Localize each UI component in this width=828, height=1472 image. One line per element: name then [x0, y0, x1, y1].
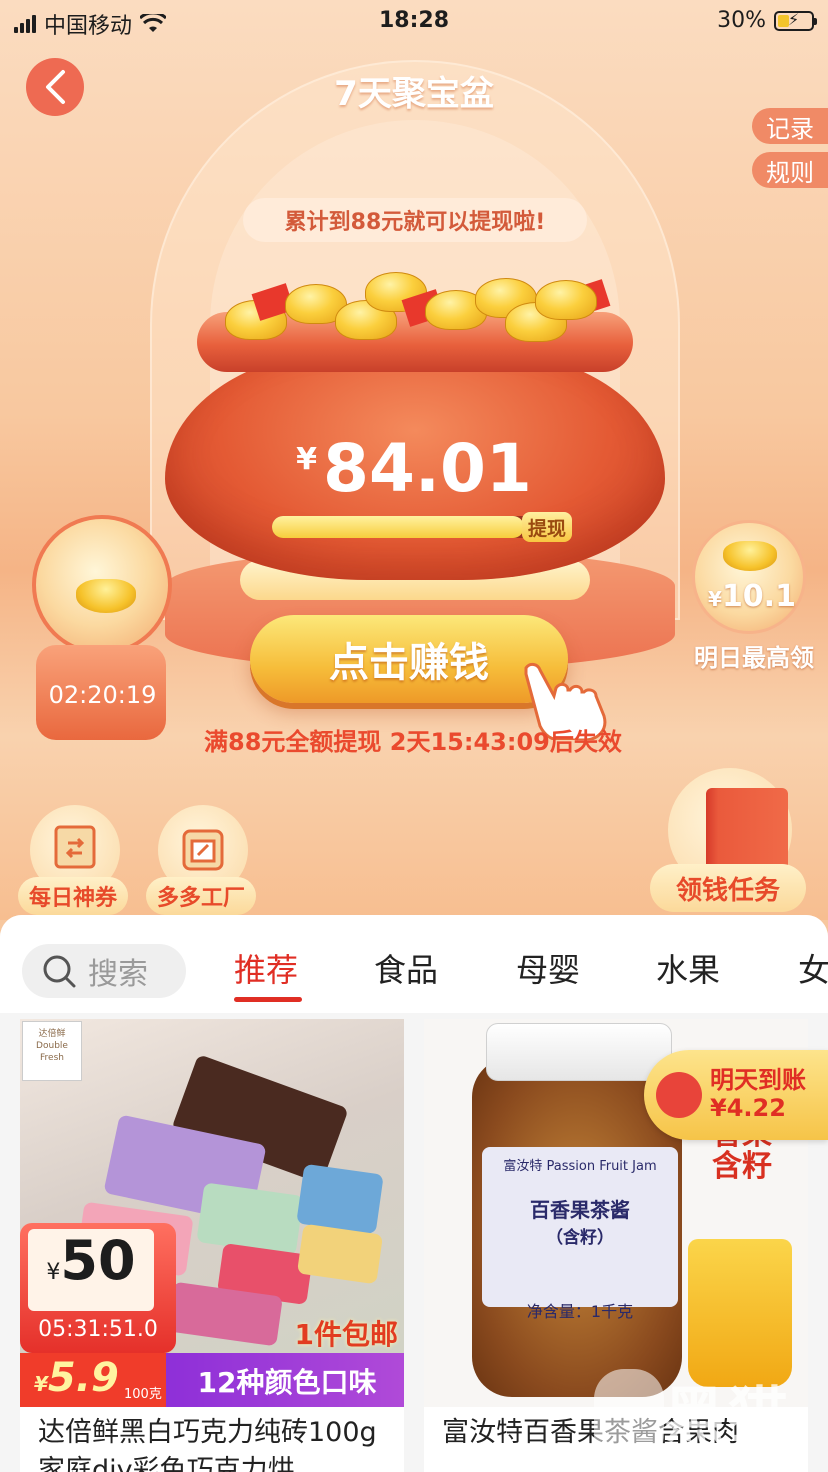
check-badge-icon: [656, 1072, 702, 1118]
tomorrow-value: 10.1: [721, 579, 796, 614]
withdraw-deadline: 满88元全额提现 2天15:43:09后失效: [204, 728, 622, 756]
factory-shortcut[interactable]: 多多工厂: [146, 805, 256, 915]
free-shipping-tag: 1件包邮: [294, 1318, 398, 1351]
flavor-tag: 12种颜色口味: [197, 1366, 377, 1399]
arrival-text: 明天到账: [710, 1066, 806, 1094]
arrival-amount: ¥4.22: [710, 1094, 786, 1122]
battery-percent: 30%: [717, 8, 766, 33]
bonus-orb: [32, 515, 172, 655]
tomorrow-bonus-widget[interactable]: ¥10.1 明日最高领: [684, 520, 824, 672]
tab-recommend[interactable]: 推荐: [234, 945, 298, 991]
product-card[interactable]: 达倍鲜 Double Fresh ¥50 05:31:51.0 1件包邮 ¥5.…: [20, 1019, 404, 1472]
brand-logo: 达倍鲜 Double Fresh: [22, 1021, 82, 1081]
coupon-currency: ¥: [46, 1260, 61, 1285]
tomorrow-currency: ¥: [708, 587, 722, 611]
cat-icon: [594, 1369, 664, 1465]
product-title: 达倍鲜黑白巧克力纯砖100g家庭diy彩色巧克力烘: [38, 1417, 377, 1472]
progress-fill: [272, 516, 524, 538]
rules-button[interactable]: 规则: [752, 152, 828, 188]
records-button[interactable]: 记录: [752, 108, 828, 144]
price-currency: ¥: [34, 1372, 48, 1396]
withdraw-progress-bar: 提现: [272, 512, 572, 542]
watermark-en: BLACK CAT: [674, 1441, 768, 1472]
left-bonus-widget[interactable]: 02:20:19: [30, 515, 175, 740]
tab-food[interactable]: 食品: [374, 945, 438, 991]
jar-title: 百香果茶酱: [530, 1198, 630, 1222]
coupon-badge: ¥50 05:31:51.0: [20, 1223, 176, 1353]
hero-section: 中国移动 18:28 30% ⚡ 7天聚宝盆 记录 规则 累计到88元就可以提现…: [0, 0, 828, 920]
tomorrow-orb: ¥10.1: [692, 520, 806, 634]
coupon-icon: [54, 825, 96, 869]
bonus-timer: 02:20:19: [48, 681, 157, 709]
daily-coupon-shortcut[interactable]: 每日神券: [18, 805, 128, 915]
earn-tasks-button[interactable]: 领钱任务: [650, 768, 806, 914]
tab-women[interactable]: 女: [798, 945, 828, 991]
jar-subtitle: （含籽）: [546, 1228, 614, 1248]
tab-fruit[interactable]: 水果: [656, 945, 720, 991]
jar-label: 富汝特 Passion Fruit Jam 百香果茶酱 （含籽） 净含量：1千克: [482, 1147, 678, 1321]
balance-amount: ¥84.01: [0, 430, 828, 507]
withdraw-button[interactable]: 提现: [521, 512, 572, 542]
watermark-logo: 黑猫 BLACK CAT: [590, 1365, 828, 1472]
price-unit: 100克: [124, 1387, 162, 1402]
page-title: 7天聚宝盆: [334, 74, 494, 114]
jar-brand: 富汝特 Passion Fruit Jam: [503, 1159, 657, 1174]
gold-ingots: [215, 270, 615, 342]
factory-icon: [182, 829, 224, 871]
status-time: 18:28: [378, 8, 450, 33]
currency-symbol: ¥: [296, 442, 318, 477]
tab-mother-baby[interactable]: 母婴: [516, 945, 580, 991]
search-placeholder: 搜索: [88, 957, 148, 992]
jar-net-content: 净含量：1千克: [526, 1302, 634, 1321]
gold-ingot-icon: [723, 541, 777, 571]
withdraw-notice: 累计到88元就可以提现啦!: [243, 198, 587, 242]
daily-coupon-label: 每日神券: [18, 877, 128, 915]
search-icon: [43, 955, 76, 988]
category-tabbar: 搜索 推荐 食品 母婴 水果 女: [0, 915, 828, 1013]
product-image: 达倍鲜 Double Fresh ¥50 05:31:51.0 1件包邮 ¥5.…: [20, 1019, 404, 1407]
factory-label: 多多工厂: [146, 877, 256, 915]
battery-icon: ⚡: [774, 10, 817, 31]
status-bar: 中国移动 18:28 30% ⚡: [0, 0, 828, 44]
tomorrow-caption: 明日最高领: [694, 644, 814, 672]
arrival-badge[interactable]: 明天到账 ¥4.22: [644, 1050, 828, 1140]
coupon-value: 50: [60, 1229, 136, 1292]
balance-value: 84.01: [323, 430, 532, 507]
jar-lid: [486, 1023, 672, 1081]
price-value: 5.9: [47, 1355, 119, 1401]
price-strip: ¥5.9 100克 12种颜色口味: [20, 1353, 404, 1407]
gold-ingot-icon: [76, 579, 136, 613]
coupon-countdown: 05:31:51.0: [38, 1317, 158, 1342]
tab-active-underline: [234, 997, 302, 1002]
earn-tasks-label: 领钱任务: [650, 864, 806, 912]
search-box[interactable]: 搜索: [22, 944, 186, 998]
